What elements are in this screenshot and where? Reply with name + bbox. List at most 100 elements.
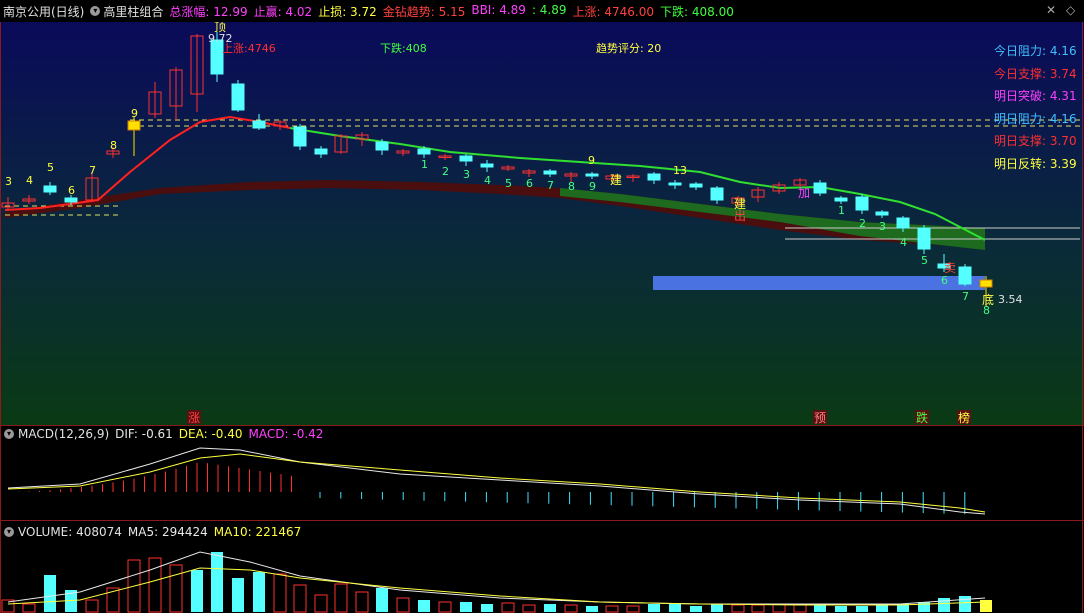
candle-body <box>252 120 266 129</box>
volume-bar <box>586 606 598 612</box>
volume-bar <box>169 564 183 613</box>
volume-ma10: MA10: 221467 <box>213 525 302 539</box>
volume-chart[interactable] <box>0 540 1084 613</box>
volume-header: ▾ VOLUME: 408074 MA5: 294424 MA10: 22146… <box>0 524 307 540</box>
signal-exit: 出 <box>734 209 746 223</box>
volume-bar <box>273 573 287 613</box>
sequence-count: 3 <box>5 175 12 188</box>
level-label-5: 明日反转: 3.39 <box>994 156 1077 171</box>
support-resistance-labels: 今日阻力: 4.16 今日支撑: 3.74 明日突破: 4.31 明日阻力: 4.16… <box>994 40 1077 176</box>
close-icon[interactable]: ✕ <box>1046 3 1056 17</box>
volume-bar <box>501 602 515 613</box>
diamond-icon[interactable]: ◇ <box>1066 3 1075 17</box>
sequence-count: 2 <box>442 165 449 178</box>
volume-bar <box>918 602 930 612</box>
volume-bar <box>396 597 410 613</box>
sequence-count: 9 <box>131 107 138 120</box>
sequence-count: 6 <box>68 184 75 197</box>
candle-body <box>875 211 889 216</box>
macd-chart[interactable] <box>0 442 1084 520</box>
volume-bar <box>85 599 99 613</box>
header-values: 总涨幅: 12.99 止赢: 4.02 止损: 3.72 金钻趋势: 5.15 BBI:… <box>169 3 739 20</box>
candle-body <box>459 155 473 162</box>
main-candlestick-chart[interactable]: 上涨:4746 下跌:408 趋势评分: 209.723.543 45678912 3 4… <box>0 22 1084 425</box>
sequence-count: 8 <box>568 180 575 193</box>
sequence-count: 4 <box>484 174 491 187</box>
signal-sell: 卖 <box>944 261 956 275</box>
level-label-2: 明日突破: 4.31 <box>994 89 1077 104</box>
volume-bar <box>253 572 265 612</box>
collapse-icon[interactable]: ▾ <box>4 527 14 537</box>
macd-title[interactable]: MACD(12,26,9) <box>18 427 109 441</box>
candle-body <box>480 163 494 168</box>
volume-bar <box>314 594 328 613</box>
sequence-count: 8 <box>110 139 117 152</box>
volume-bar <box>856 606 868 612</box>
dropdown-icon[interactable]: ▾ <box>90 6 101 16</box>
candle-body <box>417 148 431 155</box>
volume-bar <box>44 575 56 612</box>
volume-bar <box>751 604 765 613</box>
signal-bottom: 底 <box>982 292 994 307</box>
volume-bar <box>814 605 826 612</box>
candle-body <box>127 120 141 131</box>
bottom-marker: 涨 <box>188 410 200 425</box>
candle-body <box>543 170 557 175</box>
bottom-marker: 预 <box>814 411 826 425</box>
volume-bar <box>376 588 388 612</box>
level-label-1: 今日支撑: 3.74 <box>994 66 1077 81</box>
volume-bar <box>731 604 745 613</box>
sequence-count: 1 <box>838 204 845 217</box>
sequence-count: 13 <box>673 164 687 177</box>
indicator-header-bar: 南京公用(日线) ▾ 高里柱组合 总涨幅: 12.99 止赢: 4.02 止损: 3… <box>0 0 1084 22</box>
header-item-3: 金钻趋势: 5.15 <box>382 4 466 19</box>
sequence-count: 3 <box>463 168 470 181</box>
volume-bar <box>22 603 36 613</box>
volume-title[interactable]: VOLUME: 408074 <box>18 525 122 539</box>
candle-body <box>979 279 993 288</box>
candle-body <box>668 182 682 186</box>
bottom-marker: 跌 <box>916 410 928 425</box>
collapse-icon[interactable]: ▾ <box>4 429 14 439</box>
candle-body <box>43 185 57 193</box>
volume-bar <box>148 557 162 613</box>
candle-body <box>314 148 328 155</box>
sequence-count: 6 <box>526 177 533 190</box>
volume-bar <box>626 605 640 613</box>
sequence-count: 3 <box>879 220 886 233</box>
stock-name[interactable]: 南京公用(日线) <box>3 3 84 20</box>
volume-bar <box>293 584 307 613</box>
volume-bar <box>690 606 702 612</box>
volume-bar <box>648 604 660 612</box>
macd-dif: DIF: -0.61 <box>115 427 173 441</box>
header-item-1: 止赢: 4.02 <box>253 4 313 19</box>
sequence-count: 7 <box>547 179 554 192</box>
volume-bar <box>481 604 493 612</box>
sequence-count: 6 <box>941 274 948 287</box>
macd-dea: DEA: -0.40 <box>178 427 243 441</box>
volume-bar <box>460 602 472 612</box>
candle-body <box>917 227 931 250</box>
indicator-name[interactable]: 高里柱组合 <box>103 3 163 20</box>
sequence-count: 2 <box>859 217 866 230</box>
low-price-label: 3.54 <box>998 293 1023 306</box>
volume-bar <box>418 600 430 612</box>
header-item-6: 上涨: 4746.00 <box>572 4 654 19</box>
candle-body <box>64 197 78 203</box>
volume-bar <box>438 601 452 613</box>
sequence-count: 9 <box>588 154 595 167</box>
macd-value: MACD: -0.42 <box>248 427 324 441</box>
volume-ma5: MA5: 294424 <box>127 525 208 539</box>
ma10-line <box>7 567 986 606</box>
candle-body <box>293 126 307 147</box>
volume-bar <box>522 604 536 613</box>
sequence-count: 7 <box>89 164 96 177</box>
candle-body <box>647 173 661 181</box>
signal-top: 顶 <box>214 22 226 34</box>
candle-body <box>375 141 389 151</box>
volume-bar <box>355 591 369 613</box>
candle-body <box>710 187 724 201</box>
volume-bar <box>711 604 723 612</box>
bottom-marker: 榜 <box>958 410 970 425</box>
candle-body <box>834 197 848 202</box>
